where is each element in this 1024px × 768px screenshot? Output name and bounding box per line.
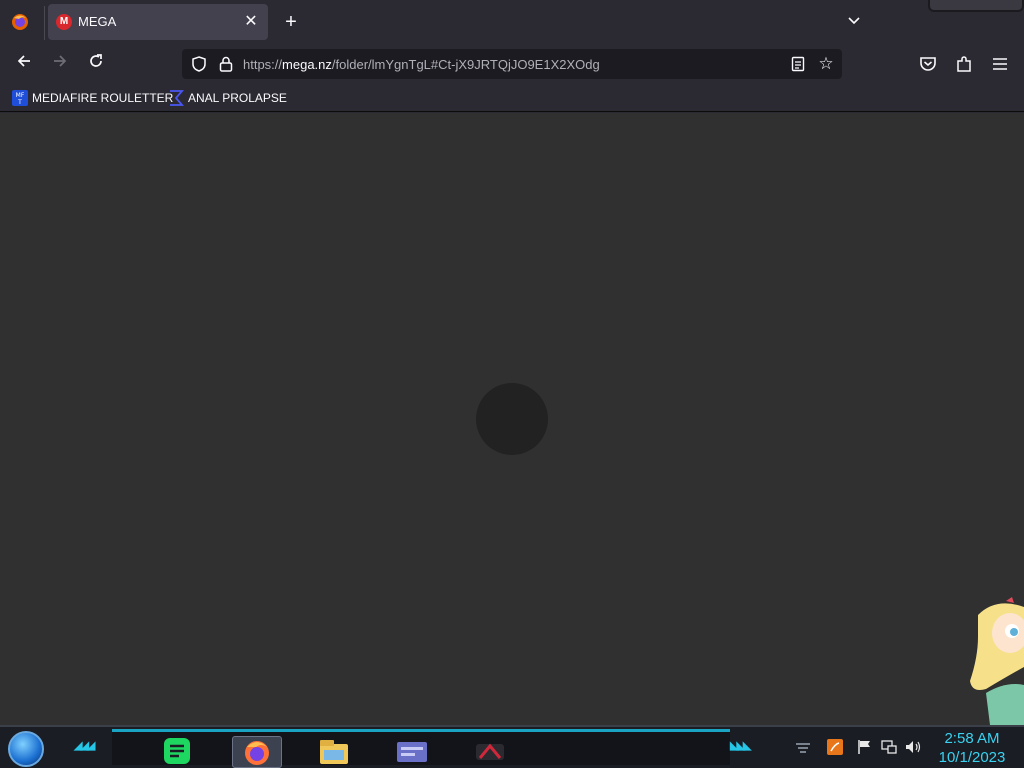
game-app-icon bbox=[476, 743, 504, 760]
pocket-icon[interactable] bbox=[918, 54, 938, 74]
tab-separator bbox=[44, 6, 45, 40]
firefox-menu-icon[interactable] bbox=[10, 12, 30, 32]
mega-favicon-icon: M bbox=[56, 14, 72, 30]
taskbar-app-card[interactable] bbox=[394, 736, 434, 768]
url-path: /folder/lmYgnTgL#Ct-jX9JRTQjJO9E1X2XOdg bbox=[331, 57, 600, 72]
bookmark-label: MEDIAFIRE ROULETTER bbox=[32, 91, 174, 105]
taskbar-app-notes[interactable] bbox=[162, 736, 196, 768]
list-all-tabs-icon[interactable] bbox=[844, 12, 864, 32]
lock-icon[interactable] bbox=[218, 55, 234, 73]
network-icon[interactable] bbox=[880, 738, 898, 756]
taskbar-dock bbox=[112, 729, 730, 768]
navigation-toolbar: https://mega.nz/folder/lmYgnTgL#Ct-jX9JR… bbox=[0, 44, 1024, 84]
reload-icon bbox=[90, 54, 102, 67]
svg-text:T: T bbox=[17, 99, 22, 106]
firefox-icon bbox=[245, 741, 269, 765]
tab-title: MEGA bbox=[78, 14, 117, 29]
show-hidden-icons-icon[interactable] bbox=[794, 738, 812, 756]
forward-arrow-icon bbox=[54, 55, 67, 67]
tab-strip: M MEGA ✕ + bbox=[0, 0, 1024, 44]
bookmark-anal-prolapse[interactable]: ANAL PROLAPSE bbox=[168, 89, 287, 107]
new-tab-button[interactable]: + bbox=[280, 11, 302, 33]
forward-button[interactable] bbox=[48, 52, 72, 76]
url-host: mega.nz bbox=[282, 57, 332, 72]
tab-mega[interactable]: M MEGA ✕ bbox=[48, 4, 268, 40]
taskbar: ◢◢◢ ◣◣◣ 2:58 AM 10/1/2023 bbox=[0, 725, 1024, 768]
file-explorer-icon bbox=[320, 740, 348, 764]
clock-time: 2:58 AM bbox=[944, 730, 1000, 747]
notes-icon bbox=[164, 738, 190, 764]
mediafire-icon: MFT bbox=[12, 90, 28, 106]
back-arrow-icon bbox=[17, 55, 30, 67]
reader-view-icon[interactable] bbox=[790, 55, 806, 73]
bookmark-star-icon[interactable]: ☆ bbox=[816, 54, 836, 74]
loading-spinner bbox=[476, 383, 548, 455]
start-button[interactable] bbox=[8, 731, 44, 767]
tab-close-icon[interactable]: ✕ bbox=[242, 13, 260, 31]
desktop-mascot-character bbox=[970, 597, 1024, 725]
action-center-flag-icon[interactable] bbox=[856, 738, 874, 756]
card-app-icon bbox=[397, 742, 427, 762]
bookmark-mediafire[interactable]: MF T MEDIAFIRE ROULETTER bbox=[12, 89, 173, 107]
taskbar-app-firefox[interactable] bbox=[232, 736, 282, 768]
url-text[interactable]: https://mega.nz/folder/lmYgnTgL#Ct-jX9JR… bbox=[243, 57, 600, 72]
url-bar[interactable]: https://mega.nz/folder/lmYgnTgL#Ct-jX9JR… bbox=[182, 49, 842, 79]
bookmark-label: ANAL PROLAPSE bbox=[188, 91, 287, 105]
sigma-icon bbox=[170, 90, 184, 106]
bookmarks-toolbar: MF T MEDIAFIRE ROULETTER ANAL PROLAPSE bbox=[0, 84, 1024, 112]
page-content bbox=[0, 113, 1024, 725]
taskbar-deco-left-icon: ◢◢◢ bbox=[74, 740, 95, 752]
reload-button[interactable] bbox=[84, 52, 108, 76]
svg-text:MF: MF bbox=[16, 92, 25, 99]
taskbar-deco-right-icon: ◣◣◣ bbox=[730, 740, 751, 752]
system-clock[interactable]: 2:58 AM 10/1/2023 bbox=[934, 729, 1010, 767]
clock-date: 10/1/2023 bbox=[938, 749, 1006, 766]
hamburger-menu-icon[interactable] bbox=[990, 54, 1010, 74]
taskbar-app-game[interactable] bbox=[472, 736, 512, 768]
volume-icon[interactable] bbox=[904, 738, 922, 756]
taskbar-app-file-explorer[interactable] bbox=[316, 736, 356, 768]
back-button[interactable] bbox=[12, 52, 36, 76]
url-scheme: https:// bbox=[243, 57, 283, 72]
extensions-puzzle-icon[interactable] bbox=[954, 54, 974, 74]
window-decoration bbox=[928, 0, 1024, 12]
java-update-icon[interactable] bbox=[826, 738, 844, 756]
tracking-protection-shield-icon[interactable] bbox=[190, 55, 208, 73]
